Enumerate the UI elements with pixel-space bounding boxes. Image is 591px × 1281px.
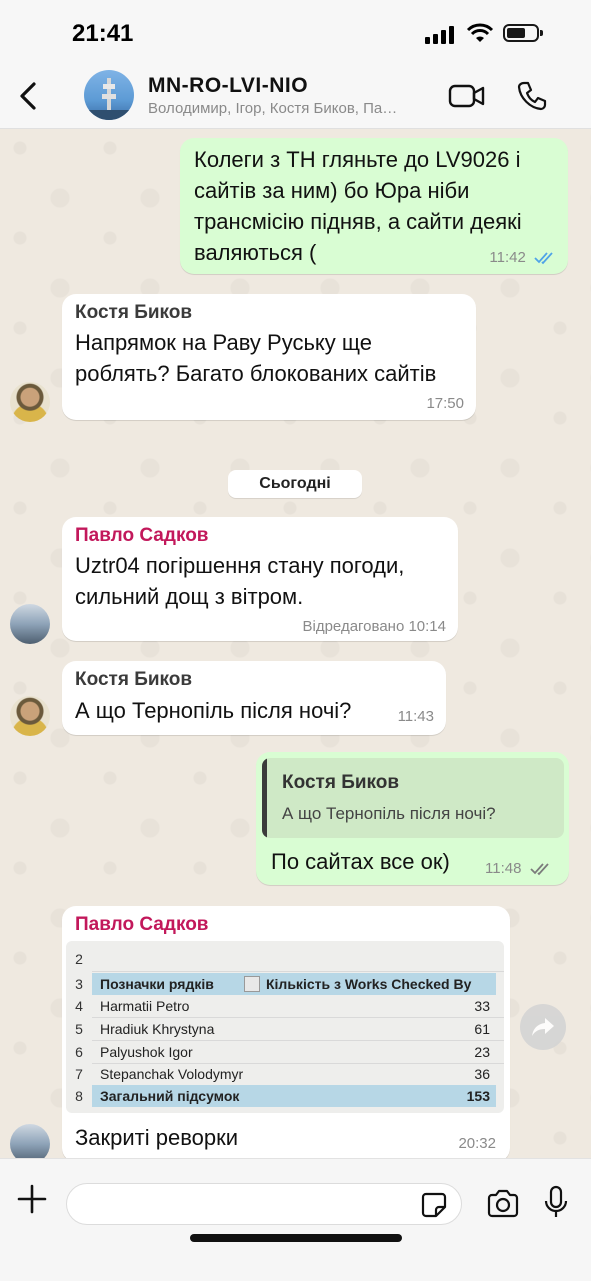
message-input-bar xyxy=(0,1158,591,1281)
row-number: 8 xyxy=(75,1088,83,1104)
table-cell-name: Hradiuk Khrystyna xyxy=(100,1021,215,1037)
message-text-line: Колеги з ТН гляньте до LV9026 і xyxy=(194,147,521,172)
quoted-message[interactable]: Костя Биков А що Тернопіль після ночі? xyxy=(262,758,564,838)
quoted-text: А що Тернопіль після ночі? xyxy=(282,804,496,823)
message-time: 11:42 xyxy=(489,249,526,266)
avatar-kostya-bykov[interactable] xyxy=(10,696,50,736)
message-time: 11:48 xyxy=(485,860,522,877)
voice-call-icon[interactable] xyxy=(516,80,548,112)
table-total-label: Загальний підсумок xyxy=(100,1088,240,1104)
message-sender[interactable]: Костя Биков xyxy=(75,669,192,691)
message-bubble-incoming[interactable]: Костя Биков Напрямок на Раву Руську ще р… xyxy=(62,294,476,420)
row-divider xyxy=(92,1063,504,1064)
table-cell-value: 36 xyxy=(474,1066,490,1082)
table-cell-value: 23 xyxy=(474,1044,490,1060)
group-avatar[interactable] xyxy=(84,70,134,120)
message-text: А що Тернопіль після ночі? xyxy=(75,698,352,723)
message-bubble-outgoing[interactable]: Колеги з ТН гляньте до LV9026 і сайтів з… xyxy=(180,138,568,274)
row-number: 7 xyxy=(75,1066,83,1082)
plus-icon[interactable] xyxy=(14,1181,50,1217)
date-separator: Сьогодні xyxy=(228,470,362,498)
sticker-icon[interactable] xyxy=(420,1191,448,1219)
chat-header: MN-RO-LVI-NIO Володимир, Ігор, Костя Бик… xyxy=(0,66,591,129)
message-sender[interactable]: Павло Садков xyxy=(75,914,208,936)
table-header-label: Позначки рядків xyxy=(100,976,214,992)
status-time: 21:41 xyxy=(72,20,134,47)
group-members[interactable]: Володимир, Ігор, Костя Биков, Па… xyxy=(148,100,438,117)
home-indicator[interactable] xyxy=(190,1234,402,1242)
avatar-kostya-bykov[interactable] xyxy=(10,382,50,422)
row-number: 2 xyxy=(75,951,83,967)
video-call-icon[interactable] xyxy=(448,82,486,110)
forward-arrow-icon xyxy=(532,1018,554,1036)
cellular-signal-icon xyxy=(425,26,457,44)
message-text-line: сильний дощ з вітром. xyxy=(75,584,304,609)
quoted-sender: Костя Биков xyxy=(282,772,400,793)
table-header-value: Кількість з Works Checked By xyxy=(266,976,472,992)
row-number: 4 xyxy=(75,998,83,1014)
message-sender[interactable]: Павло Садков xyxy=(75,525,208,547)
message-time-edited: Відредаговано 10:14 xyxy=(302,618,447,635)
row-divider xyxy=(92,971,504,972)
message-sender[interactable]: Костя Биков xyxy=(75,302,192,324)
message-input[interactable] xyxy=(66,1183,462,1225)
quote-bar xyxy=(262,758,267,838)
message-text-line: трансмісію підняв, а сайти деякі xyxy=(194,209,522,234)
forward-button[interactable] xyxy=(520,1004,566,1050)
message-bubble-incoming[interactable]: Костя Биков А що Тернопіль після ночі? 1… xyxy=(62,661,446,735)
row-divider xyxy=(92,1017,504,1018)
row-number: 6 xyxy=(75,1044,83,1060)
avatar-pavlo-sadkov[interactable] xyxy=(10,604,50,644)
row-number: 3 xyxy=(75,976,83,992)
battery-icon xyxy=(503,24,543,42)
status-bar: 21:41 xyxy=(0,0,591,66)
message-text-line: валяються ( xyxy=(194,240,317,265)
message-text-line: Uztr04 погіршення стану погоди, xyxy=(75,553,405,578)
table-cell-value: 61 xyxy=(474,1021,490,1037)
filter-dropdown-icon xyxy=(244,976,260,992)
read-receipt-icon xyxy=(534,252,553,265)
message-text: По сайтах все ок) xyxy=(271,849,450,874)
message-text-line: сайтів за ним) бо Юра ніби xyxy=(194,178,470,203)
table-cell-name: Harmatii Petro xyxy=(100,998,190,1014)
message-text-line: Напрямок на Раву Руську ще xyxy=(75,330,372,355)
camera-icon[interactable] xyxy=(486,1189,520,1219)
back-chevron-icon[interactable] xyxy=(14,78,44,114)
table-total-value: 153 xyxy=(466,1088,490,1104)
microphone-icon[interactable] xyxy=(543,1185,569,1221)
table-cell-name: Stepanchak Volodymyr xyxy=(100,1066,244,1082)
delivered-receipt-icon xyxy=(529,863,549,876)
message-time: 20:32 xyxy=(458,1135,496,1152)
group-title[interactable]: MN-RO-LVI-NIO xyxy=(148,74,308,98)
row-divider xyxy=(92,1040,504,1041)
message-text-line: роблять? Багато блокованих сайтів xyxy=(75,361,437,386)
table-cell-name: Palyushok Igor xyxy=(100,1044,193,1060)
spreadsheet-photo[interactable]: 2 3 Позначки рядків Кількість з Works Ch… xyxy=(66,941,504,1113)
table-cell-value: 33 xyxy=(474,998,490,1014)
row-number: 5 xyxy=(75,1021,83,1037)
image-caption: Закриті реворки xyxy=(75,1125,239,1150)
message-time: 17:50 xyxy=(426,395,464,412)
message-time: 11:43 xyxy=(397,708,434,725)
message-bubble-incoming[interactable]: Павло Садков Uztr04 погіршення стану пог… xyxy=(62,517,458,641)
wifi-icon xyxy=(466,23,494,42)
